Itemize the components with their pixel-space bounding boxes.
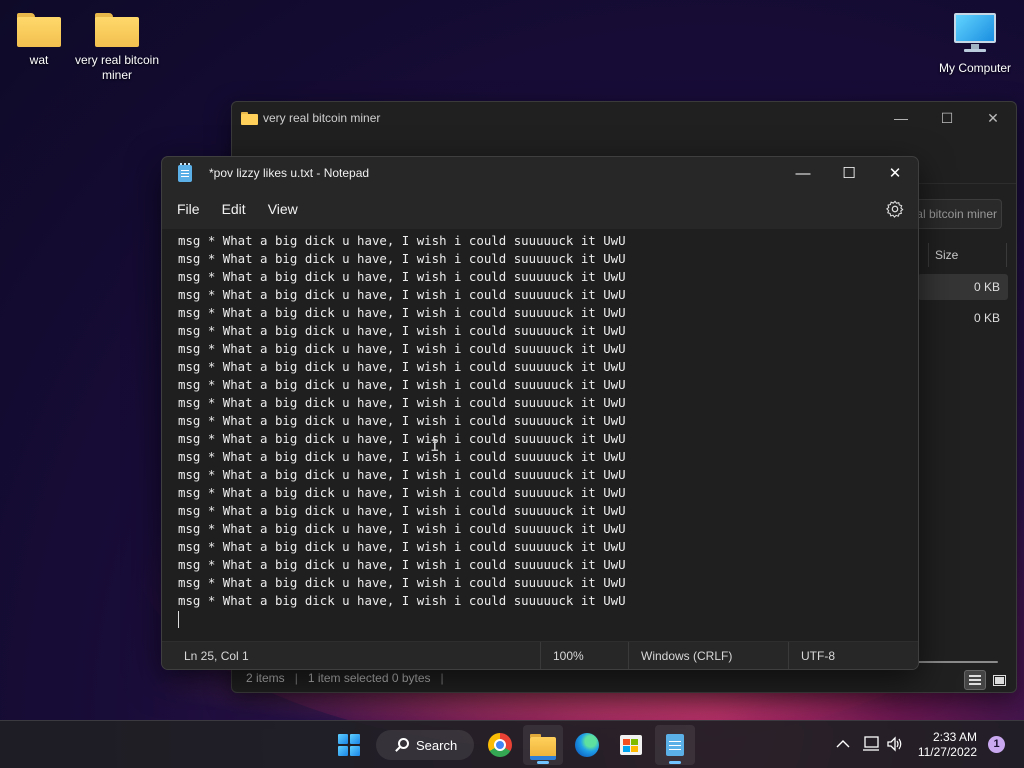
tiles-view-icon [992,674,1006,686]
taskbar-chrome[interactable] [480,725,520,765]
computer-icon [953,11,997,55]
menu-edit[interactable]: Edit [211,201,257,217]
folder-icon [17,13,61,47]
editor-line: msg * What a big dick u have, I wish i c… [178,557,626,572]
editor-line: msg * What a big dick u have, I wish i c… [178,413,626,428]
volume-icon[interactable] [886,736,904,752]
line-ending[interactable]: Windows (CRLF) [628,642,788,669]
explorer-title: very real bitcoin miner [263,111,381,125]
cursor-position: Ln 25, Col 1 [184,649,249,663]
clock-date: 11/27/2022 [917,745,977,759]
notepad-title: *pov lizzy likes u.txt - Notepad [209,166,370,180]
editor-line: msg * What a big dick u have, I wish i c… [178,395,626,410]
edge-icon [575,733,599,757]
explorer-window-controls: — ☐ ✕ [878,102,1016,134]
tiles-view-button[interactable] [988,670,1010,690]
taskbar-edge[interactable] [567,725,607,765]
editor-line [178,610,918,628]
editor-line: msg * What a big dick u have, I wish i c… [178,485,626,500]
close-button[interactable]: ✕ [872,157,918,189]
menu-file[interactable]: File [166,201,211,217]
folder-icon [95,13,139,47]
editor-line: msg * What a big dick u have, I wish i c… [178,539,626,554]
taskbar-search[interactable]: Search [376,730,474,760]
search-label: Search [416,737,458,753]
notification-badge[interactable]: 1 [988,736,1005,753]
search-icon [398,738,409,749]
view-toggle [964,670,1010,690]
editor-line: msg * What a big dick u have, I wish i c… [178,575,626,590]
desktop-icon-label: My Computer [938,61,1012,75]
encoding[interactable]: UTF-8 [788,642,918,669]
editor-line: msg * What a big dick u have, I wish i c… [178,323,626,338]
chrome-icon [488,733,512,757]
zoom-level[interactable]: 100% [540,642,630,669]
taskbar-file-explorer[interactable] [523,725,563,765]
editor-line: msg * What a big dick u have, I wish i c… [178,431,626,446]
editor-line: msg * What a big dick u have, I wish i c… [178,359,626,374]
taskbar-store[interactable] [611,725,651,765]
column-divider [1006,243,1007,267]
editor-line: msg * What a big dick u have, I wish i c… [178,341,626,356]
text-editor-area[interactable]: msg * What a big dick u have, I wish i c… [162,229,918,643]
start-button[interactable] [329,725,369,765]
minimize-button[interactable]: — [878,102,924,134]
notepad-window[interactable]: *pov lizzy likes u.txt - Notepad — ☐ ✕ F… [161,156,919,670]
show-hidden-icons-chevron-icon[interactable] [836,739,850,748]
close-button[interactable]: ✕ [970,102,1016,134]
taskbar-notepad[interactable] [655,725,695,765]
editor-line: msg * What a big dick u have, I wish i c… [178,287,626,302]
network-icon[interactable] [862,736,880,752]
editor-line: msg * What a big dick u have, I wish i c… [178,377,626,392]
maximize-button[interactable]: ☐ [826,157,872,189]
editor-line: msg * What a big dick u have, I wish i c… [178,593,626,608]
store-icon [620,735,642,755]
text-cursor-ibeam: I [430,436,440,455]
minimize-button[interactable]: — [780,157,826,189]
start-icon [338,734,360,756]
editor-line: msg * What a big dick u have, I wish i c… [178,305,626,320]
notepad-icon [178,162,192,182]
notepad-titlebar[interactable]: *pov lizzy likes u.txt - Notepad — ☐ ✕ [162,157,918,189]
notepad-window-controls: — ☐ ✕ [780,157,918,189]
editor-line: msg * What a big dick u have, I wish i c… [178,269,626,284]
system-clock[interactable]: 2:33 AM 11/27/2022 [918,730,977,760]
editor-line: msg * What a big dick u have, I wish i c… [178,467,626,482]
folder-icon [241,111,258,125]
text-caret [178,611,179,628]
file-row-size[interactable]: 0 KB [918,274,1008,300]
desktop-icon-label: very real bitcoin miner [74,53,160,82]
editor-line: msg * What a big dick u have, I wish i c… [178,503,626,518]
details-view-button[interactable] [964,670,986,690]
editor-line: msg * What a big dick u have, I wish i c… [178,521,626,536]
details-view-icon [969,675,981,685]
maximize-button[interactable]: ☐ [924,102,970,134]
editor-line: msg * What a big dick u have, I wish i c… [178,233,626,248]
file-row-size[interactable]: 0 KB [918,305,1008,331]
horizontal-scrollbar[interactable] [918,661,998,663]
clock-time: 2:33 AM [932,730,977,744]
desktop-icon-bitcoin-miner[interactable]: very real bitcoin miner [72,13,162,83]
notepad-icon [666,734,684,756]
desktop-icon-my-computer[interactable]: My Computer [930,11,1020,76]
menu-view[interactable]: View [257,201,309,217]
taskbar: Search 2:33 AM 11/27/2022 1 [0,720,1024,768]
editor-line: msg * What a big dick u have, I wish i c… [178,251,626,266]
column-header-size[interactable]: Size [928,243,1006,267]
file-explorer-icon [530,734,556,760]
menu-bar: File Edit View [162,189,918,229]
settings-gear-icon[interactable] [886,200,904,218]
notepad-statusbar: Ln 25, Col 1 100% Windows (CRLF) UTF-8 [162,641,918,669]
editor-line: msg * What a big dick u have, I wish i c… [178,449,626,464]
